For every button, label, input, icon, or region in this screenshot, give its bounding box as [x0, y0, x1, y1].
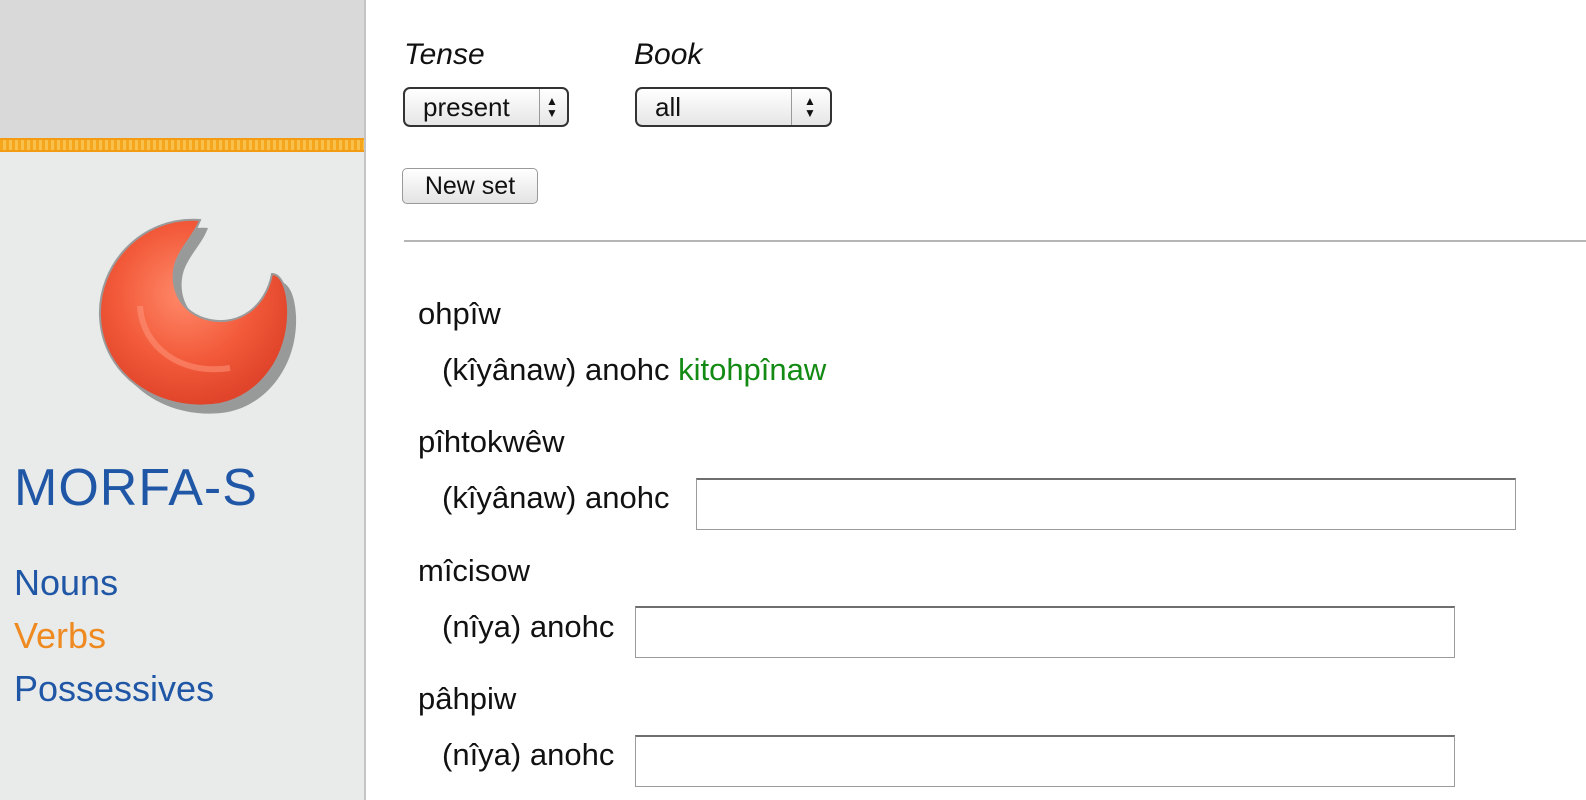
select-arrows-icon: ▲ ▼: [546, 94, 558, 120]
answer-input[interactable]: [635, 606, 1455, 658]
sidebar: MORFA-S Nouns Verbs Possessives: [0, 0, 366, 800]
book-select[interactable]: all ▲ ▼: [635, 87, 832, 127]
new-set-button[interactable]: New set: [402, 168, 538, 204]
exercise-prompt: (nîya) anohc: [442, 737, 615, 772]
select-arrows-icon: ▲ ▼: [804, 94, 816, 120]
exercise-verb: pîhtokwêw: [418, 424, 565, 459]
sidebar-orange-stripe: [0, 138, 364, 152]
red-crescent-logo-icon: [80, 196, 310, 426]
tense-select[interactable]: present ▲ ▼: [403, 87, 569, 127]
exercise-prompt: (kîyânaw) anohc: [442, 480, 670, 515]
exercise-verb: pâhpiw: [418, 681, 517, 716]
site-title: MORFA-S: [14, 459, 258, 517]
exercise-verb: ohpîw: [418, 296, 501, 331]
main-content: Tense present ▲ ▼ Book all ▲ ▼ New set ohp…: [366, 0, 1586, 800]
divider: [404, 240, 1586, 242]
answer-input[interactable]: [635, 735, 1455, 787]
exercise-prompt: (nîya) anohc: [442, 609, 615, 644]
sidebar-header-band: [0, 0, 364, 138]
exercise-verb: mîcisow: [418, 553, 530, 588]
exercise-prompt: (kîyânaw) anohc kitohpînaw: [442, 352, 826, 388]
sidebar-nav: Nouns Verbs Possessives: [14, 556, 214, 715]
tense-label: Tense: [404, 38, 485, 71]
tense-select-value: present: [423, 92, 510, 122]
correct-answer: kitohpînaw: [678, 352, 827, 387]
book-label: Book: [634, 38, 703, 71]
answer-input[interactable]: [696, 478, 1516, 530]
book-select-value: all: [655, 92, 682, 122]
nav-item-nouns[interactable]: Nouns: [14, 556, 214, 609]
nav-item-verbs[interactable]: Verbs: [14, 609, 214, 662]
nav-item-possessives[interactable]: Possessives: [14, 662, 214, 715]
exercise-prompt-text: (kîyânaw) anohc: [442, 352, 670, 387]
